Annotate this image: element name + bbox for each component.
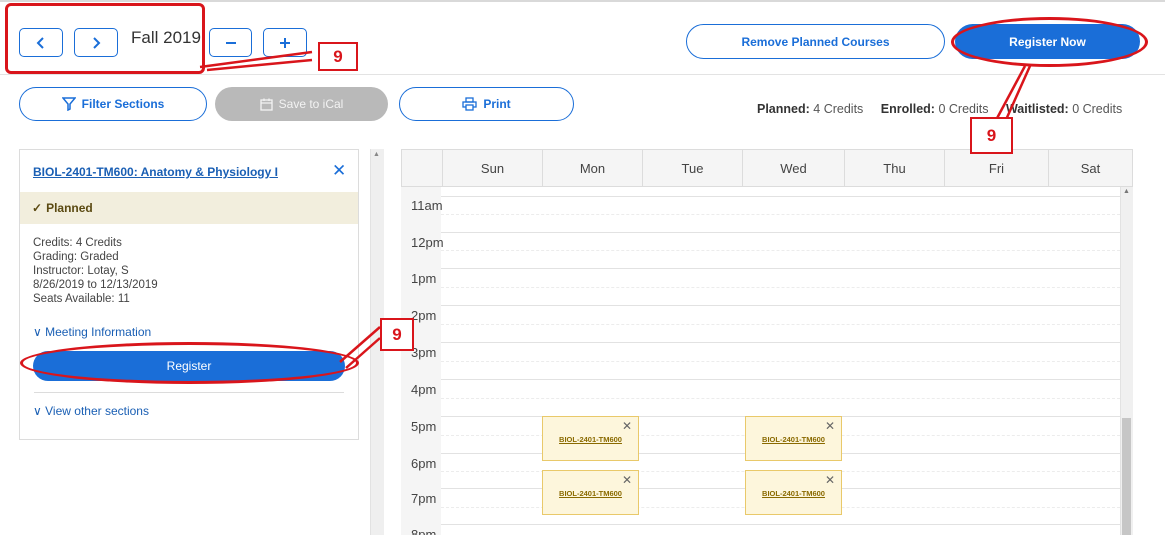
calendar-event[interactable]: ✕ BIOL-2401-TM600 [542, 416, 639, 461]
remove-event-icon[interactable]: ✕ [825, 473, 835, 487]
waitlisted-credits-label: Waitlisted: [1005, 102, 1069, 116]
annotation-step-badge: 9 [318, 42, 358, 71]
time-label-2pm: 2pm [411, 308, 437, 323]
time-label-7pm: 7pm [411, 491, 437, 506]
hour-line [441, 305, 1120, 306]
close-icon[interactable]: ✕ [332, 161, 346, 181]
filter-sections-label: Filter Sections [81, 97, 165, 111]
hour-line [441, 524, 1120, 525]
calendar-event[interactable]: ✕ BIOL-2401-TM600 [542, 470, 639, 515]
day-header-mon: Mon [542, 150, 642, 186]
hour-line [441, 342, 1120, 343]
minus-icon [225, 41, 236, 44]
remove-event-icon[interactable]: ✕ [825, 419, 835, 433]
half-hour-line [441, 287, 1120, 288]
view-other-sections-label: View other sections [45, 404, 149, 418]
calendar-header: Sun Mon Tue Wed Thu Fri Sat [401, 149, 1133, 187]
meeting-information-toggle[interactable]: ∨ Meeting Information [33, 325, 151, 339]
time-label-8pm: 8pm [411, 527, 437, 535]
card-divider [34, 392, 344, 393]
course-card: BIOL-2401-TM600: Anatomy & Physiology I … [19, 149, 359, 440]
check-icon: ✓ [32, 201, 43, 215]
printer-icon [462, 97, 477, 111]
scroll-up-icon[interactable]: ▲ [373, 151, 380, 158]
time-label-5pm: 5pm [411, 419, 437, 434]
time-label-1pm: 1pm [411, 271, 437, 286]
calendar-icon [259, 98, 273, 111]
half-hour-line [441, 398, 1120, 399]
filter-icon [61, 97, 76, 111]
course-dates: 8/26/2019 to 12/13/2019 [33, 279, 158, 291]
hour-line [441, 379, 1120, 380]
chevron-down-icon: ∨ [33, 404, 42, 418]
remove-term-button[interactable] [209, 28, 252, 57]
half-hour-line [441, 361, 1120, 362]
hour-line [441, 268, 1120, 269]
credits-summary: Planned: 4 Credits Enrolled: 0 Credits W… [757, 102, 1122, 116]
toolbar-divider [0, 74, 1165, 75]
enrolled-credits-value: 0 Credits [938, 102, 989, 116]
planned-status-label: Planned [46, 201, 93, 215]
time-label-3pm: 3pm [411, 345, 437, 360]
event-label[interactable]: BIOL-2401-TM600 [543, 435, 638, 444]
time-label-4pm: 4pm [411, 382, 437, 397]
event-label[interactable]: BIOL-2401-TM600 [746, 489, 841, 498]
planned-credits-label: Planned: [757, 102, 810, 116]
enrolled-credits-label: Enrolled: [880, 102, 935, 116]
save-to-ical-button[interactable]: Save to iCal [215, 87, 388, 121]
calendar-event[interactable]: ✕ BIOL-2401-TM600 [745, 416, 842, 461]
day-header-sun: Sun [442, 150, 542, 186]
annotation-step-badge: 9 [380, 318, 414, 351]
planner-screen: Fall 2019 Remove Planned Courses Registe… [0, 0, 1165, 535]
print-button[interactable]: Print [399, 87, 574, 121]
course-title-link[interactable]: BIOL-2401-TM600: Anatomy & Physiology I [33, 165, 278, 179]
time-label-11am: 11am [411, 198, 443, 213]
day-header-thu: Thu [844, 150, 944, 186]
day-header-tue: Tue [642, 150, 742, 186]
waitlisted-credits-value: 0 Credits [1072, 102, 1123, 116]
filter-sections-button[interactable]: Filter Sections [19, 87, 207, 121]
event-label[interactable]: BIOL-2401-TM600 [746, 435, 841, 444]
meeting-information-label: Meeting Information [45, 325, 152, 339]
chevron-down-icon: ∨ [33, 325, 42, 339]
remove-event-icon[interactable]: ✕ [622, 473, 632, 487]
top-border [0, 0, 1165, 2]
remove-event-icon[interactable]: ✕ [622, 419, 632, 433]
time-label-6pm: 6pm [411, 456, 437, 471]
remove-planned-courses-label: Remove Planned Courses [741, 34, 890, 49]
calendar-event[interactable]: ✕ BIOL-2401-TM600 [745, 470, 842, 515]
plus-icon [280, 37, 290, 48]
print-label: Print [483, 97, 511, 111]
calendar-scroll-thumb[interactable] [1122, 418, 1131, 535]
course-credits: Credits: 4 Credits [33, 237, 122, 249]
course-grading: Grading: Graded [33, 251, 119, 263]
half-hour-line [441, 250, 1120, 251]
event-label[interactable]: BIOL-2401-TM600 [543, 489, 638, 498]
hour-line [441, 232, 1120, 233]
planned-status-bar: ✓ Planned [20, 192, 358, 224]
annotation-ellipse [20, 342, 359, 384]
annotation-step-badge: 9 [970, 117, 1013, 154]
save-to-ical-label: Save to iCal [278, 97, 344, 111]
day-header-fri: Fri [944, 150, 1048, 186]
planned-credits-value: 4 Credits [813, 102, 864, 116]
remove-planned-courses-button[interactable]: Remove Planned Courses [686, 24, 945, 59]
day-header-wed: Wed [742, 150, 844, 186]
add-term-button[interactable] [263, 28, 307, 57]
time-label-12pm: 12pm [411, 235, 444, 250]
course-seats: Seats Available: 11 [33, 293, 130, 305]
half-hour-line [441, 324, 1120, 325]
annotation-rectangle [5, 3, 205, 74]
scroll-up-icon[interactable]: ▲ [1123, 188, 1130, 195]
half-hour-line [441, 214, 1120, 215]
hour-line [441, 196, 1120, 197]
annotation-ellipse [951, 17, 1148, 67]
day-header-sat: Sat [1048, 150, 1132, 186]
course-instructor: Instructor: Lotay, S [33, 265, 129, 277]
view-other-sections-toggle[interactable]: ∨ View other sections [33, 404, 149, 418]
